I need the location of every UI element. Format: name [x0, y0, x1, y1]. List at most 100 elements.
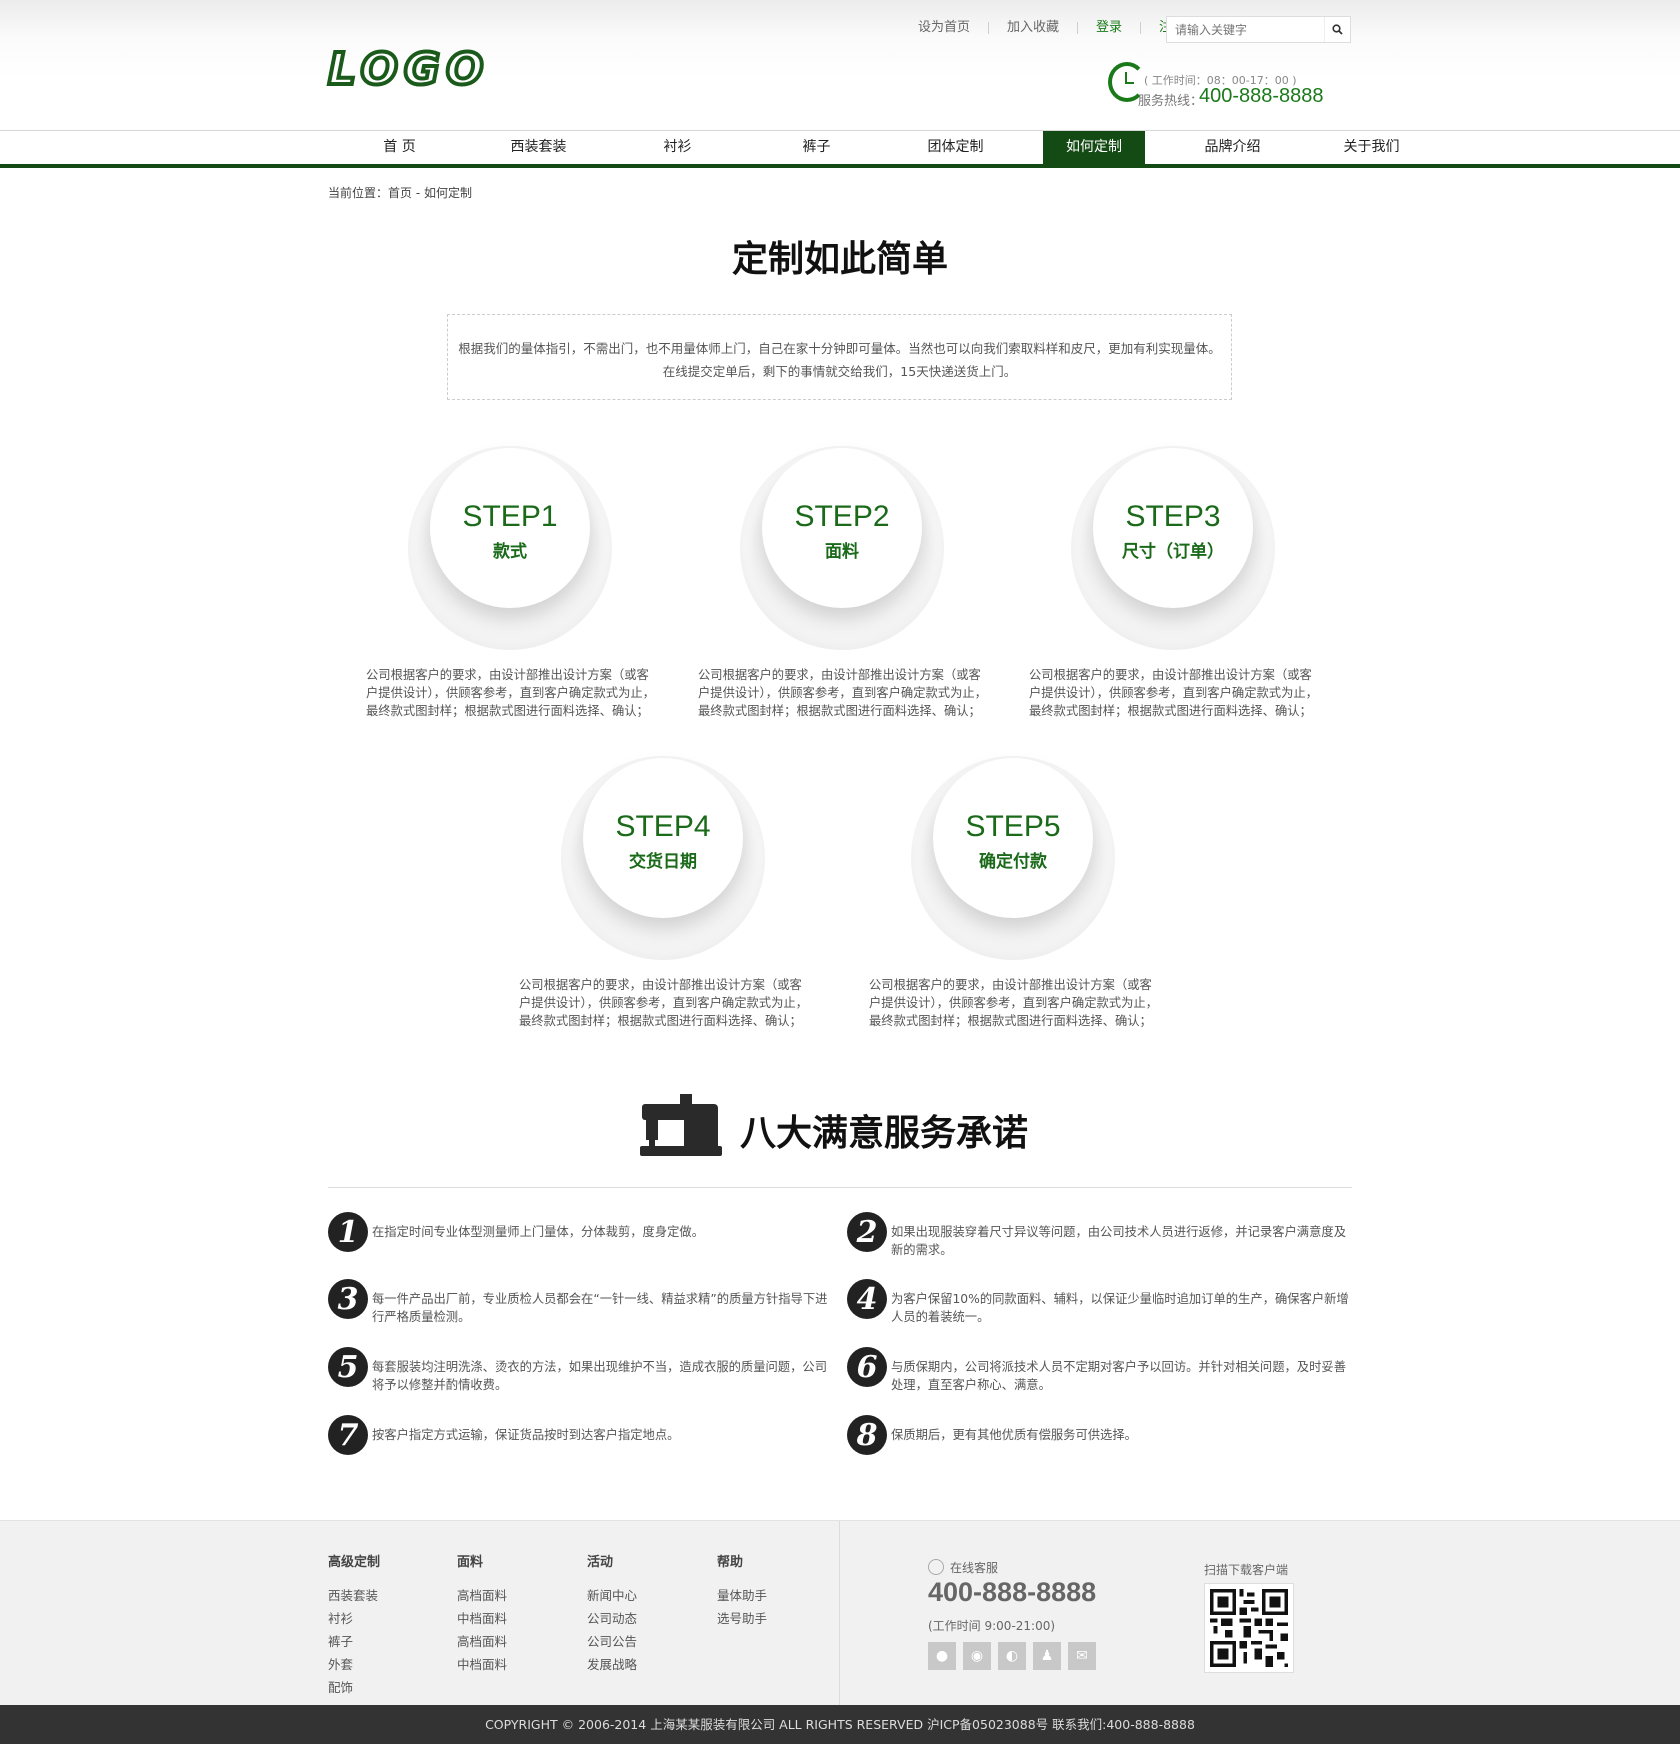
step-title: 款式 — [493, 542, 527, 562]
step-description: 公司根据客户的要求，由设计部推出设计方案（或客户提供设计），供顾客参考，直到客户… — [366, 668, 655, 718]
footer-col-activity: 活动 新闻中心 公司动态 公司公告 发展战略 — [587, 1551, 637, 1676]
promise-text: 每套服装均注明洗涤、烫衣的方法，如果出现维护不当，造成衣服的质量问题，公司将予以… — [372, 1360, 827, 1392]
footer-link[interactable]: 西装套装 — [328, 1584, 380, 1607]
promise-text: 按客户指定方式运输，保证货品按时到达客户指定地点。 — [372, 1428, 680, 1442]
footer-link[interactable]: 新闻中心 — [587, 1584, 637, 1607]
footer-link[interactable]: 中档面料 — [457, 1607, 507, 1630]
footer-time: (工作时间 9:00-21:00) — [928, 1619, 1056, 1633]
step-description: 公司根据客户的要求，由设计部推出设计方案（或客户提供设计），供顾客参考，直到客户… — [519, 978, 808, 1028]
footer-col-title: 面料 — [457, 1555, 484, 1570]
step-number: STEP4 — [615, 810, 711, 843]
number-badge: 8 — [847, 1415, 887, 1455]
footer-col-title: 高级定制 — [328, 1555, 381, 1570]
weibo-icon[interactable]: ◉ — [963, 1642, 991, 1670]
breadcrumb: 当前位置：首页 - 如何定制 — [328, 186, 472, 200]
divider — [328, 1187, 1352, 1188]
footer-link[interactable]: 衬衫 — [328, 1607, 380, 1630]
copyright: COPYRIGHT © 2006-2014 上海某某服装有限公司 ALL RIG… — [0, 1705, 1680, 1744]
main-nav: 首 页 西装套装 衬衫 裤子 团体定制 如何定制 品牌介绍 关于我们 — [0, 131, 1680, 168]
hotline: ( 工作时间：08：00-17：00 ) 服务热线： 400-888-8888 — [1108, 60, 1348, 110]
promise-item: 2 如果出现服装穿着尺寸异议等问题，由公司技术人员进行返修，并记录客户满意度及新的… — [847, 1212, 1357, 1264]
promise-item: 6 与质保期内，公司将派技术人员不定期对客户予以回访。并针对相关问题，及时妥善处理… — [847, 1347, 1357, 1399]
qr-code-image — [1210, 1589, 1288, 1667]
search-input[interactable] — [1167, 17, 1317, 42]
footer-link[interactable]: 公司动态 — [587, 1607, 637, 1630]
step-description: 公司根据客户的要求，由设计部推出设计方案（或客户提供设计），供顾客参考，直到客户… — [869, 978, 1158, 1028]
search-button[interactable] — [1324, 17, 1350, 42]
footer-phone: 400-888-8888 — [928, 1577, 1097, 1607]
footer-col-fabric: 面料 高档面料 中档面料 高档面料 中档面料 — [457, 1551, 507, 1676]
promise-title: 八大满意服务承诺 — [740, 1113, 1029, 1154]
promise-text: 为客户保留10%的同款面料、辅料，以保证少量临时追加订单的生产，确保客户新增人员… — [891, 1292, 1349, 1324]
intro-line-2: 在线提交定单后，剩下的事情就交给我们，15天快递送货上门。 — [662, 364, 1017, 379]
step-card: STEP2 面料 公司根据客户的要求，由设计部推出设计方案（或客户提供设计），供… — [670, 446, 987, 720]
promise-item: 3 每一件产品出厂前，专业质检人员都会在“一针一线、精益求精”的质量方针指导下进行… — [328, 1279, 838, 1331]
mail-icon[interactable]: ✉ — [1068, 1642, 1096, 1670]
nav-suits[interactable]: 西装套装 — [469, 131, 608, 164]
promise-text: 在指定时间专业体型测量师上门量体，分体裁剪，度身定做。 — [372, 1225, 705, 1239]
footer-link[interactable]: 高档面料 — [457, 1584, 507, 1607]
login-link[interactable]: 登录 — [1078, 21, 1142, 34]
footer-link[interactable]: 高档面料 — [457, 1630, 507, 1653]
footer-link[interactable]: 外套 — [328, 1653, 380, 1676]
footer-divider — [839, 1521, 840, 1706]
step-number: STEP3 — [1125, 500, 1221, 533]
qr-code — [1204, 1583, 1294, 1673]
footer-link[interactable]: 裤子 — [328, 1630, 380, 1653]
number-badge: 1 — [328, 1212, 368, 1252]
nav-about[interactable]: 关于我们 — [1302, 131, 1441, 164]
footer-col-title: 活动 — [587, 1555, 614, 1570]
step-title: 确定付款 — [979, 852, 1047, 872]
top-links: 设为首页 加入收藏 登录 注册 — [900, 21, 1195, 34]
step-title: 面料 — [825, 542, 859, 562]
nav-trousers[interactable]: 裤子 — [747, 131, 886, 164]
step-disc: STEP5 确定付款 — [911, 756, 1115, 960]
step-title: 尺寸（订单） — [1122, 542, 1224, 562]
footer-col-help: 帮助 量体助手 选号助手 — [717, 1551, 767, 1630]
step-number: STEP1 — [462, 500, 558, 533]
number-badge: 5 — [328, 1347, 368, 1387]
step-number: STEP5 — [965, 810, 1061, 843]
search-icon — [1332, 24, 1343, 35]
add-favorite-link[interactable]: 加入收藏 — [989, 21, 1079, 34]
intro-line-1: 根据我们的量体指引，不需出门，也不用量体师上门，自己在家十分钟即可量体。当然也可… — [458, 341, 1221, 356]
promise-item: 5 每套服装均注明洗涤、烫衣的方法，如果出现维护不当，造成衣服的质量问题，公司将予… — [328, 1347, 838, 1399]
nav-how-to-custom[interactable]: 如何定制 — [1043, 131, 1145, 164]
promise-item: 7 按客户指定方式运输，保证货品按时到达客户指定地点。 — [328, 1415, 838, 1467]
nav-shirts[interactable]: 衬衫 — [608, 131, 747, 164]
wechat-icon[interactable]: ● — [928, 1642, 956, 1670]
friends-icon[interactable]: ♟ — [1033, 1642, 1061, 1670]
footer-link[interactable]: 选号助手 — [717, 1607, 767, 1630]
set-homepage-link[interactable]: 设为首页 — [900, 21, 990, 34]
nav-home[interactable]: 首 页 — [330, 131, 469, 164]
footer-col-custom: 高级定制 西装套装 衬衫 裤子 外套 配饰 — [328, 1551, 380, 1699]
promise-text: 保质期后，更有其他优质有偿服务可供选择。 — [891, 1428, 1137, 1442]
page-title: 定制如此简单 — [731, 239, 948, 280]
promise-item: 1 在指定时间专业体型测量师上门量体，分体裁剪，度身定做。 — [328, 1212, 838, 1264]
footer-link[interactable]: 量体助手 — [717, 1584, 767, 1607]
nav-brand[interactable]: 品牌介绍 — [1163, 131, 1302, 164]
footer-link[interactable]: 配饰 — [328, 1676, 380, 1699]
intro-box: 根据我们的量体指引，不需出门，也不用量体师上门，自己在家十分钟即可量体。当然也可… — [447, 314, 1232, 400]
step-disc: STEP3 尺寸（订单） — [1071, 446, 1275, 650]
tqq-icon[interactable]: ◐ — [998, 1642, 1026, 1670]
kefu-label[interactable]: 在线客服 — [928, 1559, 998, 1576]
step-disc: STEP2 面料 — [740, 446, 944, 650]
search-box — [1166, 16, 1351, 43]
step-card: STEP4 交货日期 公司根据客户的要求，由设计部推出设计方案（或客户提供设计）… — [491, 756, 808, 1030]
step-disc: STEP4 交货日期 — [561, 756, 765, 960]
number-badge: 7 — [328, 1415, 368, 1455]
footer-link[interactable]: 发展战略 — [587, 1653, 637, 1676]
promise-text: 如果出现服装穿着尺寸异议等问题，由公司技术人员进行返修，并记录客户满意度及新的需… — [891, 1225, 1346, 1257]
step-card: STEP1 款式 公司根据客户的要求，由设计部推出设计方案（或客户提供设计），供… — [338, 446, 655, 720]
hotline-label: 服务热线： — [1138, 94, 1204, 109]
step-card: STEP5 确定付款 公司根据客户的要求，由设计部推出设计方案（或客户提供设计）… — [841, 756, 1158, 1030]
hotline-number: 400-888-8888 — [1199, 85, 1324, 107]
footer-link[interactable]: 公司公告 — [587, 1630, 637, 1653]
step-disc: STEP1 款式 — [408, 446, 612, 650]
logo[interactable]: LOGO — [326, 46, 489, 94]
footer: 高级定制 西装套装 衬衫 裤子 外套 配饰 面料 高档面料 中档面料 高档面料 … — [0, 1520, 1680, 1706]
step-number: STEP2 — [794, 500, 890, 533]
footer-link[interactable]: 中档面料 — [457, 1653, 507, 1676]
nav-group-custom[interactable]: 团体定制 — [886, 131, 1025, 164]
